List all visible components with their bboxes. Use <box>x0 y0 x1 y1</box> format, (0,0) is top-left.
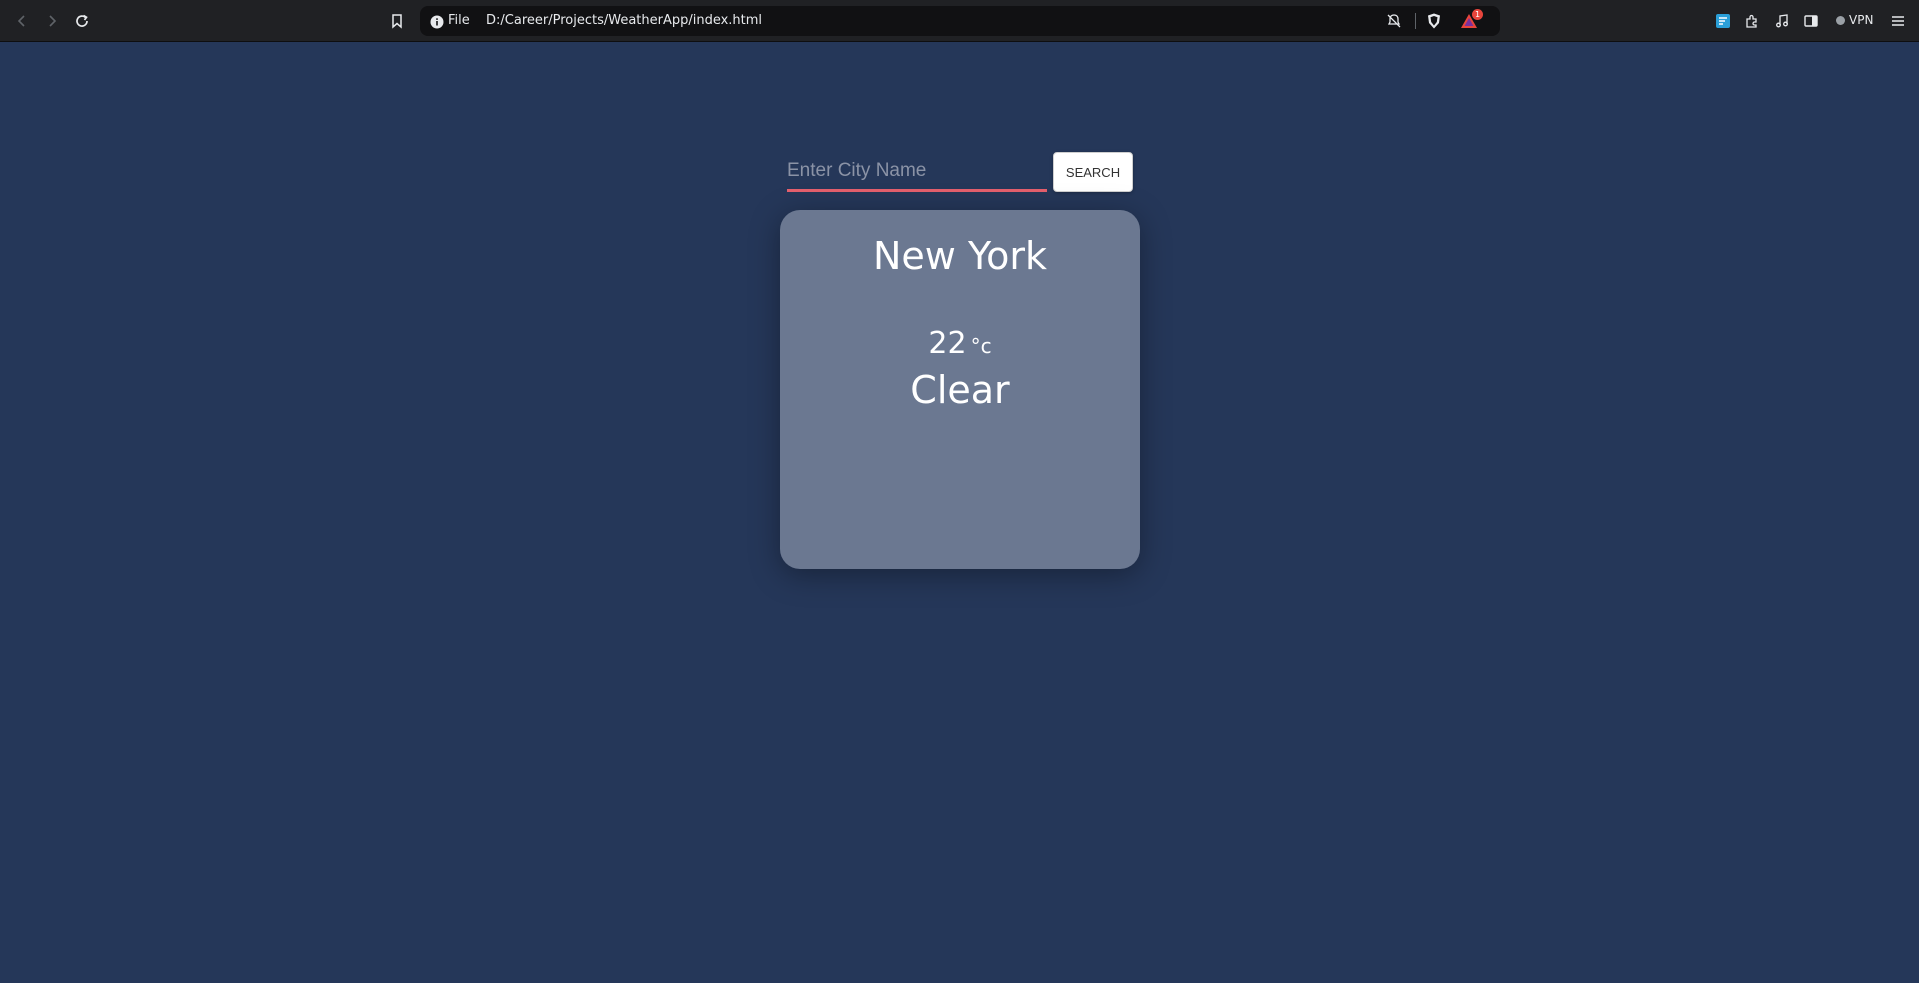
forward-icon[interactable] <box>40 9 64 33</box>
back-icon[interactable] <box>10 9 34 33</box>
brave-shields-icon[interactable] <box>1425 12 1443 30</box>
media-icon[interactable] <box>1770 9 1794 33</box>
info-icon[interactable] <box>430 14 444 29</box>
temperature-value: 22 <box>928 326 967 361</box>
temperature-unit: °c <box>970 334 992 358</box>
vpn-icon <box>1836 15 1845 25</box>
extensions-icon[interactable] <box>1740 9 1764 33</box>
extension-1-icon[interactable] <box>1711 9 1735 33</box>
reload-icon[interactable] <box>70 9 94 33</box>
address-bar[interactable]: File D:/Career/Projects/WeatherApp/index… <box>420 6 1500 36</box>
url-divider <box>1415 13 1416 29</box>
temperature-row: 22 °c <box>780 326 1140 361</box>
search-button[interactable]: SEARCH <box>1053 152 1133 192</box>
rewards-badge: 1 <box>1472 9 1483 20</box>
vpn-button[interactable]: VPN <box>1836 13 1873 27</box>
vpn-label: VPN <box>1849 13 1874 27</box>
url-text[interactable]: D:/Career/Projects/WeatherApp/index.html <box>486 13 762 28</box>
weather-card: New York 22 °c Clear <box>780 210 1140 569</box>
city-name: New York <box>872 234 1047 278</box>
city-search-input[interactable] <box>787 153 1047 192</box>
browser-toolbar: File D:/Career/Projects/WeatherApp/index… <box>0 0 1919 42</box>
no-tracking-icon[interactable] <box>1385 12 1403 30</box>
url-scheme-label: File <box>448 13 470 28</box>
sidebar-icon[interactable] <box>1799 9 1823 33</box>
menu-icon[interactable] <box>1886 9 1910 33</box>
bookmark-icon[interactable] <box>385 9 409 33</box>
weather-condition: Clear <box>910 368 1010 412</box>
